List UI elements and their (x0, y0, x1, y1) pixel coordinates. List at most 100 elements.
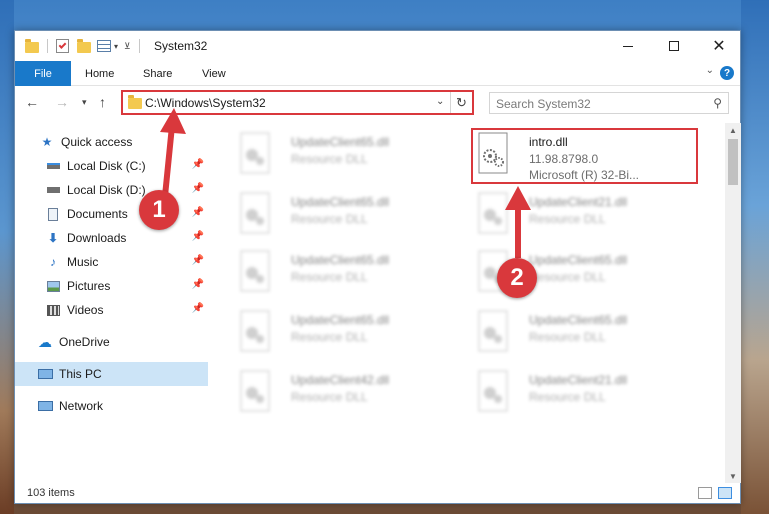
item-count: 103 items (27, 487, 75, 499)
sidebar-item-quick-access[interactable]: ★ Quick access (15, 130, 208, 154)
pin-icon[interactable]: 📌 (192, 207, 204, 218)
tab-home[interactable]: Home (85, 61, 114, 86)
file-name: UpdateClient21.dll (529, 195, 628, 209)
forward-arrow-icon[interactable]: → (55, 94, 69, 110)
maximize-icon (669, 41, 679, 51)
chevron-down-icon[interactable]: ⌄ (436, 96, 444, 107)
file-type: Resource DLL (291, 270, 368, 284)
pin-icon[interactable]: 📌 (192, 279, 204, 290)
sidebar-item-label: This PC (59, 367, 102, 381)
file-type: Resource DLL (291, 212, 368, 226)
tab-file[interactable]: File (15, 61, 71, 86)
dll-file-icon (237, 369, 275, 415)
navigation-bar: ← → ▾ ↑ C:\Windows\System32 ⌄ ↻ Search S… (15, 87, 740, 119)
drive-icon (45, 159, 61, 173)
file-name: UpdateClient65.dll (291, 313, 390, 327)
desktop-background-left (0, 0, 14, 514)
pin-icon[interactable]: 📌 (192, 159, 204, 170)
file-highlight-box (471, 128, 698, 184)
desktop-background-right (741, 0, 769, 514)
toolbar-separator (47, 39, 48, 53)
recent-locations-icon[interactable]: ▾ (82, 97, 87, 108)
sidebar-item-network[interactable]: Network (15, 394, 208, 418)
sidebar-item-label: OneDrive (59, 335, 110, 349)
back-arrow-icon[interactable]: ← (25, 94, 39, 110)
file-name: UpdateClient65.dll (529, 253, 628, 267)
customize-icon[interactable] (97, 40, 111, 52)
folder-icon (25, 39, 39, 53)
file-tile[interactable]: UpdateClient42.dll Resource DLL (237, 369, 457, 417)
properties-icon[interactable] (56, 39, 69, 53)
sidebar-item-label: Documents (67, 207, 128, 221)
dll-file-icon (475, 369, 513, 415)
vertical-scrollbar[interactable]: ▲ ▼ (725, 123, 741, 483)
scroll-up-icon[interactable]: ▲ (725, 123, 741, 137)
pin-icon[interactable]: 📌 (192, 183, 204, 194)
file-explorer-window: ▾ ⊻ System32 ✕ File Home Share View ⌄ ? … (14, 30, 741, 504)
help-icon[interactable]: ? (720, 66, 734, 80)
sidebar-item-onedrive[interactable]: ☁ OneDrive (15, 330, 208, 354)
file-tile[interactable]: UpdateClient65.dll Resource DLL (237, 191, 457, 239)
step-1-marker: 1 (139, 190, 179, 230)
file-tile[interactable]: UpdateClient65.dll Resource DLL (475, 309, 695, 357)
cloud-icon: ☁ (38, 333, 52, 350)
tab-view[interactable]: View (202, 61, 226, 86)
pin-icon[interactable]: 📌 (192, 303, 204, 314)
step-2-marker: 2 (497, 258, 537, 298)
sidebar-item-label: Local Disk (C:) (67, 159, 146, 173)
sidebar-item-pictures[interactable]: Pictures 📌 (15, 274, 208, 298)
new-folder-icon[interactable] (77, 39, 91, 53)
dll-file-icon (237, 131, 275, 177)
ribbon-tabs: File Home Share View ⌄ ? (15, 61, 740, 86)
maximize-button[interactable] (651, 31, 697, 61)
sidebar-item-label: Music (67, 255, 99, 269)
pictures-icon (45, 279, 61, 293)
sidebar-item-videos[interactable]: Videos 📌 (15, 298, 208, 322)
chevron-down-icon[interactable]: ▾ (114, 42, 118, 51)
file-type: Resource DLL (529, 212, 606, 226)
file-name: UpdateClient65.dll (291, 195, 390, 209)
music-icon: ♪ (50, 255, 56, 269)
scroll-down-icon[interactable]: ▼ (725, 469, 741, 483)
address-path: C:\Windows\System32 (145, 95, 266, 110)
window-title: System32 (154, 39, 208, 53)
expand-ribbon-icon[interactable]: ⌄ (706, 65, 714, 76)
toolbar-separator (138, 39, 140, 53)
file-tile[interactable]: UpdateClient65.dll Resource DLL (237, 131, 457, 179)
file-tile[interactable]: UpdateClient65.dll Resource DLL (237, 309, 457, 357)
file-type: Resource DLL (529, 270, 606, 284)
sidebar-item-this-pc[interactable]: This PC (15, 362, 208, 386)
sidebar-item-local-disk-c[interactable]: Local Disk (C:) 📌 (15, 154, 208, 178)
file-name: UpdateClient42.dll (291, 373, 390, 387)
tab-share[interactable]: Share (143, 61, 172, 86)
pin-icon[interactable]: 📌 (192, 231, 204, 242)
file-name: UpdateClient65.dll (529, 313, 628, 327)
videos-icon (45, 303, 61, 317)
refresh-icon[interactable]: ↻ (450, 92, 472, 113)
quick-access-toolbar: ▾ ⊻ (25, 37, 140, 55)
minimize-icon (623, 45, 633, 47)
sidebar-item-documents[interactable]: Documents 📌 (15, 202, 208, 226)
minimize-button[interactable] (605, 31, 651, 61)
sidebar-item-label: Local Disk (D:) (67, 183, 146, 197)
computer-icon (37, 367, 53, 381)
file-tile[interactable]: UpdateClient21.dll Resource DLL (475, 369, 695, 417)
file-tile[interactable]: UpdateClient65.dll Resource DLL (237, 249, 457, 297)
sidebar-item-local-disk-d[interactable]: Local Disk (D:) 📌 (15, 178, 208, 202)
search-icon: ⚲ (713, 96, 722, 110)
file-tile[interactable]: UpdateClient21.dll Resource DLL (475, 191, 695, 239)
large-icons-view-icon[interactable] (718, 487, 732, 499)
details-view-icon[interactable] (698, 487, 712, 499)
sidebar-item-downloads[interactable]: ⬇ Downloads 📌 (15, 226, 208, 250)
qa-dropdown-icon[interactable]: ⊻ (124, 41, 131, 52)
close-button[interactable]: ✕ (696, 31, 742, 61)
download-icon: ⬇ (47, 231, 59, 245)
address-bar[interactable]: C:\Windows\System32 ⌄ ↻ (121, 90, 474, 115)
sidebar-item-music[interactable]: ♪ Music 📌 (15, 250, 208, 274)
up-arrow-icon[interactable]: ↑ (99, 94, 106, 110)
pin-icon[interactable]: 📌 (192, 255, 204, 266)
scroll-thumb[interactable] (728, 139, 738, 185)
file-type: Resource DLL (529, 330, 606, 344)
network-icon (37, 399, 53, 413)
search-input[interactable]: Search System32 ⚲ (489, 92, 729, 114)
